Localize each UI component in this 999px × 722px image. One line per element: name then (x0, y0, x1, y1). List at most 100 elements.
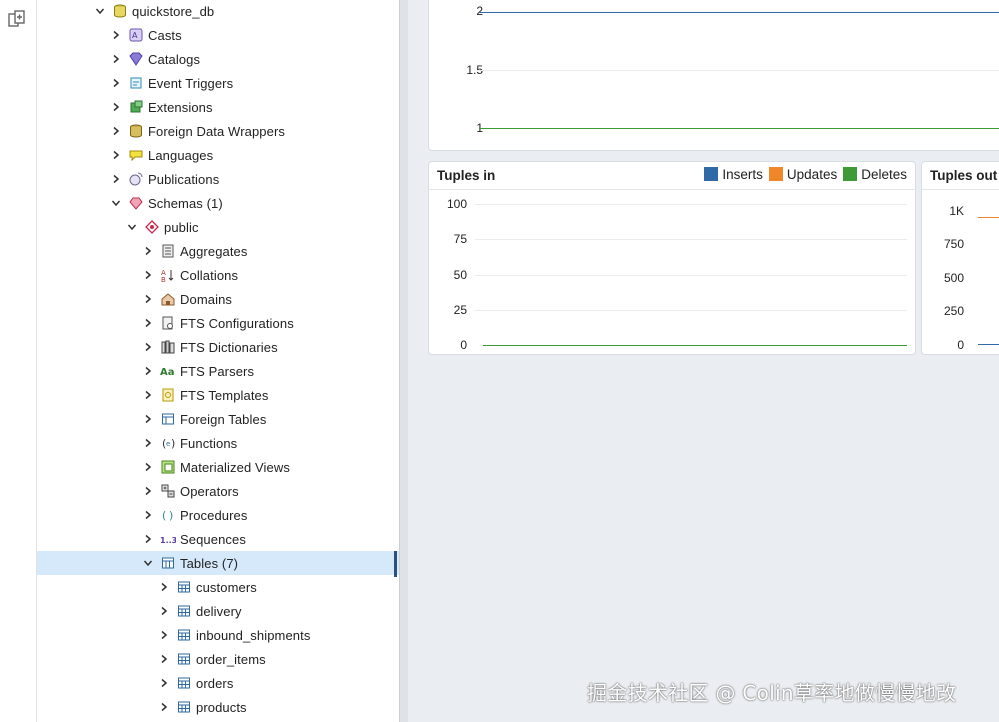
tree-node-materialized-views[interactable]: Materialized Views (37, 455, 399, 479)
chevron-down-icon[interactable] (141, 556, 155, 570)
chevron-right-icon[interactable] (109, 28, 123, 42)
materialized-views-icon (160, 459, 176, 475)
chevron-down-icon[interactable] (125, 220, 139, 234)
chevron-right-icon[interactable] (141, 388, 155, 402)
chevron-right-icon[interactable] (141, 436, 155, 450)
tree-node-catalogs[interactable]: Catalogs (37, 47, 399, 71)
chevron-right-icon[interactable] (141, 532, 155, 546)
tree-node-publications[interactable]: Publications (37, 167, 399, 191)
tuples-out-ytick: 1K (949, 204, 964, 218)
chevron-right-icon[interactable] (157, 604, 171, 618)
tree-node-label: Languages (148, 147, 214, 163)
tree-node-customers[interactable]: customers (37, 575, 399, 599)
chevron-right-icon[interactable] (141, 508, 155, 522)
tree-node-extensions[interactable]: Extensions (37, 95, 399, 119)
tree-node-domains[interactable]: Domains (37, 287, 399, 311)
chevron-right-icon[interactable] (157, 700, 171, 714)
tree-node-label: Functions (180, 435, 238, 451)
tree-node-orders[interactable]: orders (37, 671, 399, 695)
sequences-icon: 1..3 (160, 531, 176, 547)
chevron-right-icon[interactable] (109, 52, 123, 66)
legend-updates[interactable]: Updates (768, 167, 837, 182)
tree-node-foreign-tables[interactable]: Foreign Tables (37, 407, 399, 431)
tree-node-tables-7[interactable]: Tables (7) (37, 551, 399, 577)
updates-swatch (768, 167, 783, 181)
chevron-right-icon[interactable] (109, 172, 123, 186)
tree-node-label: Sequences (180, 531, 246, 547)
top-chart-panel: 2 1.5 1 (428, 0, 999, 151)
tree-node-operators[interactable]: Operators (37, 479, 399, 503)
chevron-right-icon[interactable] (141, 244, 155, 258)
tuples-out-series-line (978, 344, 999, 345)
collations-icon: AB (160, 267, 176, 283)
tree-node-casts[interactable]: A Casts (37, 23, 399, 47)
chevron-right-icon[interactable] (109, 100, 123, 114)
tuples-in-panel: Tuples in Inserts Updates Deletes 100 75… (428, 161, 916, 355)
tree-node-label: FTS Templates (180, 387, 269, 403)
tree-node-label: Schemas (1) (148, 195, 223, 211)
chevron-down-icon[interactable] (109, 196, 123, 210)
tree-node-functions[interactable]: (e) Functions (37, 431, 399, 455)
fts-configurations-icon (160, 315, 176, 331)
tree-node-label: Operators (180, 483, 239, 499)
svg-text:(: ( (162, 509, 166, 522)
tree-node-public[interactable]: public (37, 215, 399, 239)
functions-icon: (e) (160, 435, 176, 451)
tree-node-inbound-shipments[interactable]: inbound_shipments (37, 623, 399, 647)
tree-node-fts-configurations[interactable]: FTS Configurations (37, 311, 399, 335)
tree-node-label: products (196, 699, 247, 715)
tables-icon (160, 555, 176, 571)
legend-deletes[interactable]: Deletes (843, 167, 907, 182)
tree-node-foreign-data-wrappers[interactable]: Foreign Data Wrappers (37, 119, 399, 143)
top-gridline (479, 70, 999, 71)
chevron-right-icon[interactable] (157, 676, 171, 690)
tree-node-label: Event Triggers (148, 75, 234, 91)
table-icon (176, 603, 192, 619)
tree-node-order-items[interactable]: order_items (37, 647, 399, 671)
table-icon (176, 675, 192, 691)
tree-node-delivery[interactable]: delivery (37, 599, 399, 623)
chevron-right-icon[interactable] (141, 268, 155, 282)
tree-node-fts-parsers[interactable]: Aa FTS Parsers (37, 359, 399, 383)
chevron-right-icon[interactable] (141, 292, 155, 306)
table-icon (176, 579, 192, 595)
tree-node-label: customers (196, 579, 257, 595)
panel-splitter[interactable] (399, 0, 408, 722)
chevron-right-icon[interactable] (141, 484, 155, 498)
tuples-in-ytick: 50 (453, 268, 467, 282)
chevron-right-icon[interactable] (141, 460, 155, 474)
tree-node-fts-templates[interactable]: FTS Templates (37, 383, 399, 407)
chevron-down-icon[interactable] (93, 4, 107, 18)
chevron-right-icon[interactable] (109, 124, 123, 138)
tree-node-products[interactable]: products (37, 695, 399, 719)
languages-icon (128, 147, 144, 163)
tree-node-label: Catalogs (148, 51, 201, 67)
publications-icon (128, 171, 144, 187)
tree-node-languages[interactable]: Languages (37, 143, 399, 167)
chevron-right-icon[interactable] (109, 76, 123, 90)
tuples-in-gridline (475, 275, 907, 276)
tree-node-sequences[interactable]: 1..3 Sequences (37, 527, 399, 551)
tree-node-collations[interactable]: A B Collations (37, 263, 399, 287)
top-series-line (479, 128, 999, 129)
chevron-right-icon[interactable] (141, 316, 155, 330)
svg-text:B: B (161, 276, 166, 282)
tree-node-label: Aggregates (180, 243, 248, 259)
object-explorer-toggle-icon[interactable] (6, 8, 28, 30)
chevron-right-icon[interactable] (157, 580, 171, 594)
chevron-right-icon[interactable] (141, 340, 155, 354)
tree-node-label: FTS Configurations (180, 315, 294, 331)
chevron-right-icon[interactable] (109, 148, 123, 162)
tree-node-aggregates[interactable]: Aggregates (37, 239, 399, 263)
tree-node-event-triggers[interactable]: Event Triggers (37, 71, 399, 95)
tree-node-schemas-1[interactable]: Schemas (1) (37, 191, 399, 215)
legend-inserts[interactable]: Inserts (704, 167, 763, 182)
tree-node-procedures[interactable]: () Procedures (37, 503, 399, 527)
tree-node-quickstore-db[interactable]: quickstore_db (37, 0, 399, 23)
tree-node-fts-dictionaries[interactable]: FTS Dictionaries (37, 335, 399, 359)
chevron-right-icon[interactable] (157, 652, 171, 666)
chevron-right-icon[interactable] (157, 628, 171, 642)
inserts-swatch (704, 167, 719, 181)
chevron-right-icon[interactable] (141, 364, 155, 378)
chevron-right-icon[interactable] (141, 412, 155, 426)
